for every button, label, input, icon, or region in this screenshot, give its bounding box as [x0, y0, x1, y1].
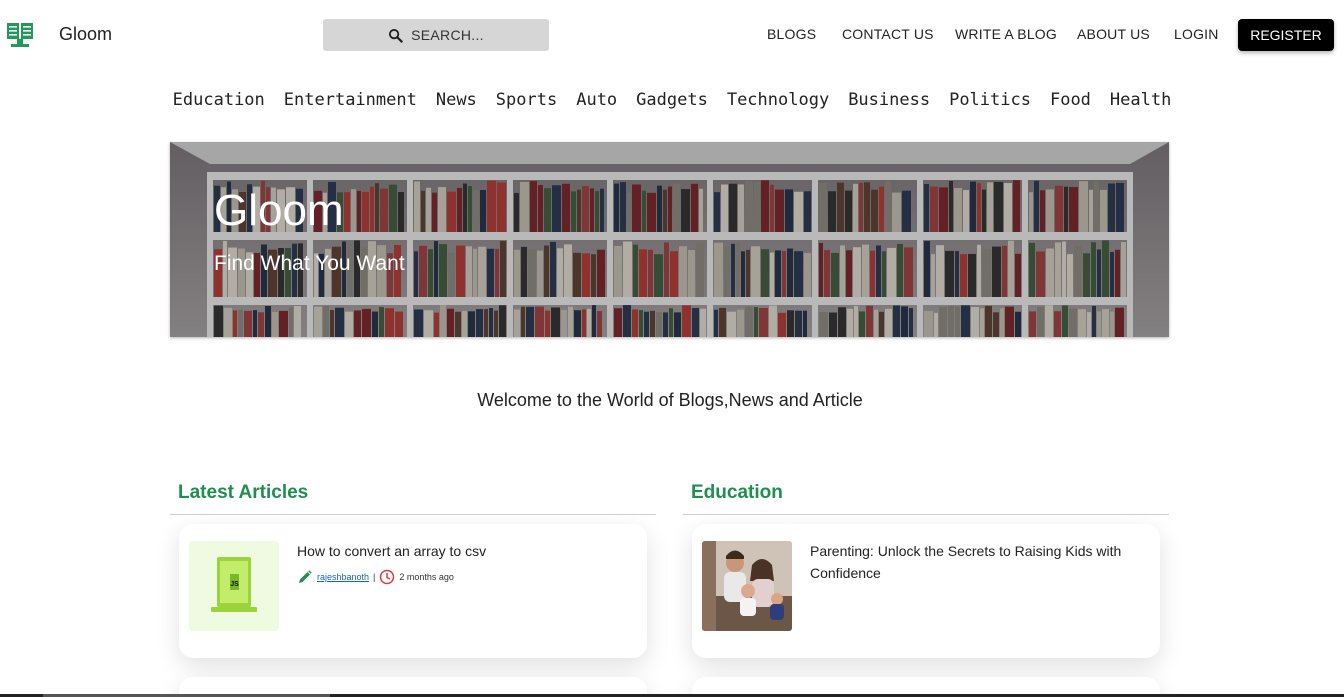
- article-title[interactable]: How to convert an array to csv: [297, 540, 627, 562]
- clock-icon: [380, 569, 395, 585]
- category-politics[interactable]: Politics: [949, 90, 1031, 114]
- article-time: 2 months ago: [399, 572, 454, 582]
- article-card[interactable]: JS How to convert an array to csv rajesh…: [179, 524, 647, 658]
- category-nav: Education Entertainment News Sports Auto…: [0, 90, 1344, 114]
- nav-link-blogs[interactable]: BLOGS: [767, 26, 816, 42]
- section-heading-education: Education: [691, 482, 783, 503]
- category-news[interactable]: News: [436, 90, 477, 114]
- article-title[interactable]: Parenting: Unlock the Secrets to Raising…: [810, 540, 1140, 584]
- article-meta: rajeshbanoth | 2 months ago: [297, 569, 454, 585]
- svg-text:JS: JS: [230, 581, 239, 588]
- category-food[interactable]: Food: [1050, 90, 1091, 114]
- category-sports[interactable]: Sports: [496, 90, 557, 114]
- pencil-icon: [299, 570, 312, 583]
- category-auto[interactable]: Auto: [576, 90, 617, 114]
- register-button[interactable]: REGISTER: [1238, 19, 1334, 51]
- section-divider: [683, 514, 1169, 515]
- nav-link-write-a-blog[interactable]: WRITE A BLOG: [955, 26, 1057, 42]
- category-business[interactable]: Business: [848, 90, 930, 114]
- bookshelf-image: [170, 142, 1169, 337]
- meta-separator: |: [373, 572, 376, 582]
- section-heading-latest: Latest Articles: [178, 482, 309, 503]
- nav-link-login[interactable]: LOGIN: [1174, 26, 1219, 42]
- category-education[interactable]: Education: [173, 90, 265, 114]
- top-navbar: Gloom SEARCH... BLOGS CONTACT US WRITE A…: [0, 0, 1344, 70]
- hero-title: Gloom: [214, 186, 344, 235]
- js-laptop-icon[interactable]: JS: [189, 541, 279, 631]
- category-entertainment[interactable]: Entertainment: [284, 90, 417, 114]
- hero-subtitle: Find What You Want: [214, 252, 405, 275]
- category-technology[interactable]: Technology: [727, 90, 829, 114]
- hero-banner: Gloom Find What You Want: [170, 142, 1169, 337]
- author-link[interactable]: rajeshbanoth: [317, 572, 369, 582]
- category-health[interactable]: Health: [1110, 90, 1171, 114]
- section-divider: [170, 514, 656, 515]
- welcome-text: Welcome to the World of Blogs,News and A…: [477, 390, 863, 410]
- family-photo[interactable]: [702, 541, 792, 631]
- nav-link-about-us[interactable]: ABOUT US: [1077, 26, 1150, 42]
- nav-link-contact-us[interactable]: CONTACT US: [842, 26, 934, 42]
- article-card[interactable]: Parenting: Unlock the Secrets to Raising…: [692, 524, 1160, 658]
- main-nav: BLOGS CONTACT US WRITE A BLOG ABOUT US L…: [0, 26, 1344, 46]
- category-gadgets[interactable]: Gadgets: [636, 90, 708, 114]
